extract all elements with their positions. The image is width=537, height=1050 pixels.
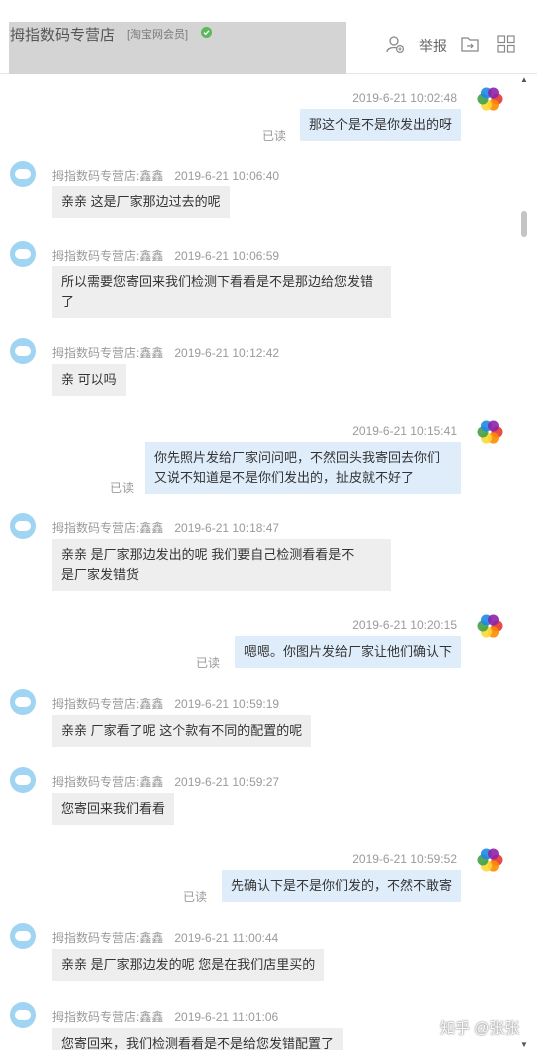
incoming-message-bubble[interactable]: 您寄回来，我们检测看看是不是给您发错配置了	[52, 1028, 344, 1050]
grid-apps-icon[interactable]	[496, 34, 516, 54]
message-meta: 拇指数码专营店:鑫鑫 2019-6-21 11:01:06	[52, 1008, 278, 1025]
sender-name: 拇指数码专营店:鑫鑫	[52, 697, 164, 711]
read-receipt: 已读	[183, 890, 208, 904]
shop-avatar-icon[interactable]	[10, 513, 36, 539]
message-meta: 拇指数码专营店:鑫鑫 2019-6-21 10:18:47	[52, 519, 279, 536]
message-text: 您寄回来我们看看	[61, 801, 166, 816]
message-meta: 拇指数码专营店:鑫鑫 2019-6-21 10:12:42	[52, 344, 279, 361]
outgoing-message-bubble[interactable]: 你先照片发给厂家问问吧，不然回头我寄回去你们 又说不知道是不是你们发出的，扯皮就…	[145, 442, 461, 494]
add-contact-icon[interactable]	[385, 34, 405, 54]
member-badge: [淘宝网会员]	[127, 29, 189, 41]
outgoing-message-bubble[interactable]: 先确认下是不是你们发的，不然不敢寄	[221, 870, 461, 902]
message-meta: 拇指数码专营店:鑫鑫 2019-6-21 10:06:59	[52, 247, 279, 264]
message-text: 亲 可以吗	[61, 372, 117, 387]
message-text: 先确认下是不是你们发的，不然不敢寄	[230, 878, 452, 893]
message-timestamp: 2019-6-21 11:01:06	[174, 1010, 279, 1024]
shop-title[interactable]: 拇指数码专营店	[10, 24, 115, 45]
message-meta: 拇指数码专营店:鑫鑫 2019-6-21 11:00:44	[52, 929, 278, 946]
message-timestamp: 2019-6-21 10:06:59	[174, 249, 280, 263]
message-text: 又说不知道是不是你们发出的，扯皮就不好了	[154, 470, 415, 485]
message-timestamp: 2019-6-21 10:02:48	[352, 91, 457, 105]
message-timestamp: 2019-6-21 10:20:15	[352, 618, 457, 632]
sender-name: 拇指数码专营店:鑫鑫	[52, 775, 164, 789]
sender-name: 拇指数码专营店:鑫鑫	[52, 169, 164, 183]
message-text: 那这个是不是你发出的呀	[308, 117, 452, 132]
report-button[interactable]: 举报	[419, 36, 447, 56]
message-text: 亲亲 是厂家那边发的呢 您是在我们店里买的	[61, 957, 316, 972]
message-text: 您寄回来，我们检测看看是不是给您发错配置了	[61, 1036, 335, 1050]
message-timestamp: 2019-6-21 10:06:40	[174, 169, 280, 183]
message-timestamp: 2019-6-21 10:12:42	[174, 346, 280, 360]
sender-name: 拇指数码专营店:鑫鑫	[52, 1010, 164, 1024]
shop-avatar-icon[interactable]	[10, 338, 36, 364]
shop-avatar-icon[interactable]	[10, 767, 36, 793]
shop-avatar-icon[interactable]	[10, 241, 36, 267]
sender-name: 拇指数码专营店:鑫鑫	[52, 931, 164, 945]
verified-check-icon	[201, 27, 212, 38]
message-text: 你先照片发给厂家问问吧，不然回头我寄回去你们	[154, 450, 441, 465]
watermark: 知乎 @张张	[440, 1020, 520, 1037]
shop-avatar-icon[interactable]	[10, 689, 36, 715]
scroll-down-arrow-icon[interactable]: ▼	[520, 1040, 528, 1049]
message-text: 是厂家发错货	[61, 567, 140, 582]
incoming-message-bubble[interactable]: 亲亲 厂家看了呢 这个款有不同的配置的呢	[52, 715, 312, 747]
sender-name: 拇指数码专营店:鑫鑫	[52, 521, 164, 535]
incoming-message-bubble[interactable]: 所以需要您寄回来我们检测下看看是不是那边给您发错 了	[52, 266, 391, 318]
shop-avatar-icon[interactable]	[10, 923, 36, 949]
shop-avatar-icon[interactable]	[10, 1002, 36, 1028]
user-avatar-icon[interactable]	[477, 419, 503, 445]
user-avatar-icon[interactable]	[477, 86, 503, 112]
incoming-message-bubble[interactable]: 亲亲 是厂家那边发出的呢 我们要自己检测看看是不 是厂家发错货	[52, 539, 391, 591]
outgoing-message-bubble[interactable]: 嗯嗯。你图片发给厂家让他们确认下	[234, 636, 461, 668]
folder-share-icon[interactable]	[460, 34, 480, 54]
incoming-message-bubble[interactable]: 亲 可以吗	[52, 364, 126, 396]
message-text: 亲亲 厂家看了呢 这个款有不同的配置的呢	[61, 723, 303, 738]
message-timestamp: 2019-6-21 10:15:41	[352, 424, 457, 438]
message-meta: 拇指数码专营店:鑫鑫 2019-6-21 10:59:27	[52, 773, 279, 790]
incoming-message-bubble[interactable]: 您寄回来我们看看	[52, 793, 175, 825]
shop-avatar-icon[interactable]	[10, 161, 36, 187]
incoming-message-bubble[interactable]: 亲亲 这是厂家那边过去的呢	[52, 186, 230, 218]
message-timestamp: 2019-6-21 10:59:19	[174, 697, 280, 711]
message-text: 亲亲 这是厂家那边过去的呢	[61, 194, 221, 209]
sender-name: 拇指数码专营店:鑫鑫	[52, 249, 164, 263]
scroll-up-arrow-icon[interactable]: ▲	[520, 75, 528, 84]
message-meta: 拇指数码专营店:鑫鑫 2019-6-21 10:59:19	[52, 695, 279, 712]
user-avatar-icon[interactable]	[477, 847, 503, 873]
scrollbar-thumb[interactable]	[521, 211, 527, 237]
message-text: 嗯嗯。你图片发给厂家让他们确认下	[243, 644, 452, 659]
message-timestamp: 2019-6-21 10:18:47	[174, 521, 280, 535]
message-text: 亲亲 是厂家那边发出的呢 我们要自己检测看看是不	[61, 547, 355, 562]
sender-name: 拇指数码专营店:鑫鑫	[52, 346, 164, 360]
message-meta: 拇指数码专营店:鑫鑫 2019-6-21 10:06:40	[52, 167, 279, 184]
incoming-message-bubble[interactable]: 亲亲 是厂家那边发的呢 您是在我们店里买的	[52, 949, 325, 981]
message-text: 了	[61, 294, 75, 309]
outgoing-message-bubble[interactable]: 那这个是不是你发出的呀	[299, 109, 461, 141]
chat-header: 拇指数码专营店 [淘宝网会员] 举报	[0, 0, 537, 74]
read-receipt: 已读	[262, 129, 287, 143]
message-text: 所以需要您寄回来我们检测下看看是不是那边给您发错	[61, 274, 374, 289]
user-avatar-icon[interactable]	[477, 613, 503, 639]
read-receipt: 已读	[110, 481, 135, 495]
message-timestamp: 2019-6-21 11:00:44	[174, 931, 279, 945]
read-receipt: 已读	[196, 656, 221, 670]
message-timestamp: 2019-6-21 10:59:27	[174, 775, 280, 789]
message-timestamp: 2019-6-21 10:59:52	[352, 852, 457, 866]
